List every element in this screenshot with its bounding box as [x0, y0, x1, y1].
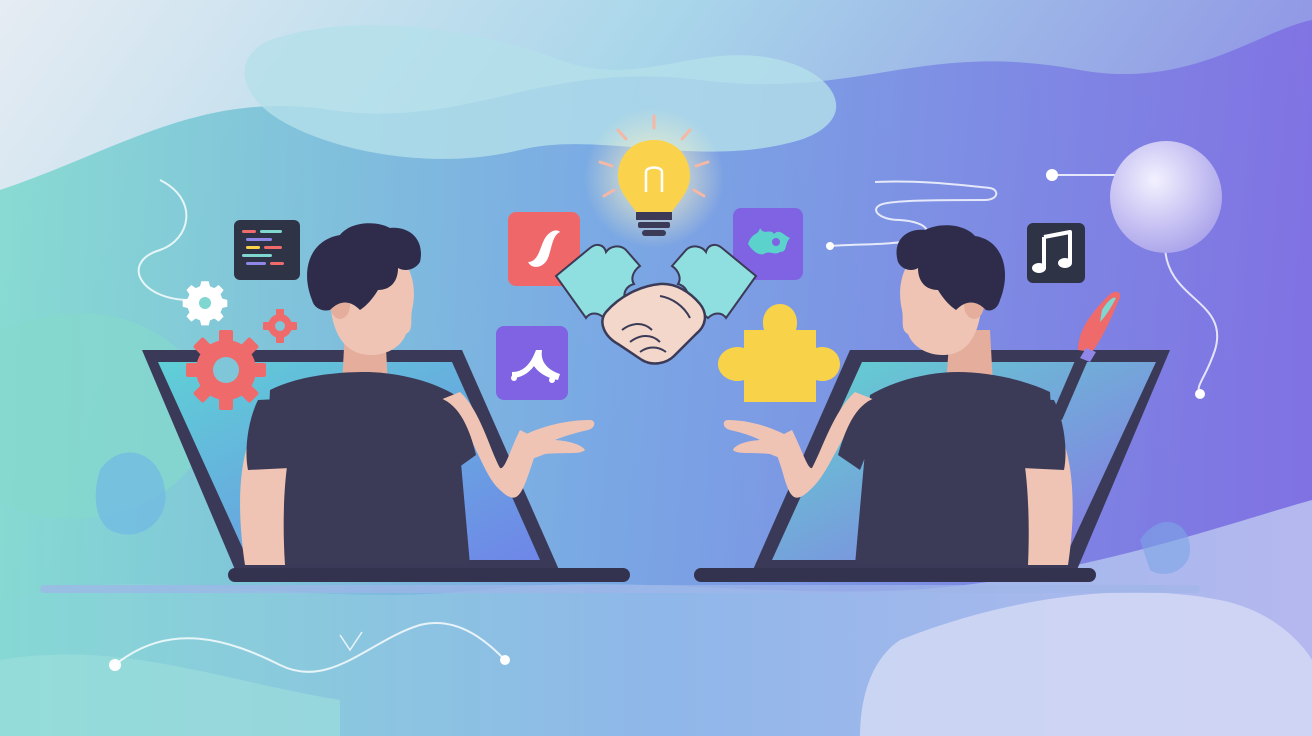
left-laptop-base [228, 568, 630, 582]
code-editor-icon [234, 220, 300, 280]
illustration-scene [0, 0, 1312, 736]
music-note-icon [1027, 223, 1085, 283]
design-app-icon [496, 326, 568, 400]
gear-icon [182, 281, 228, 326]
gear-icon [186, 330, 266, 410]
floating-orb [1110, 141, 1222, 253]
right-laptop-base [694, 568, 1096, 582]
desk-surface [40, 585, 1200, 593]
lightbulb-icon [584, 108, 724, 248]
illustration-canvas [0, 0, 1312, 736]
